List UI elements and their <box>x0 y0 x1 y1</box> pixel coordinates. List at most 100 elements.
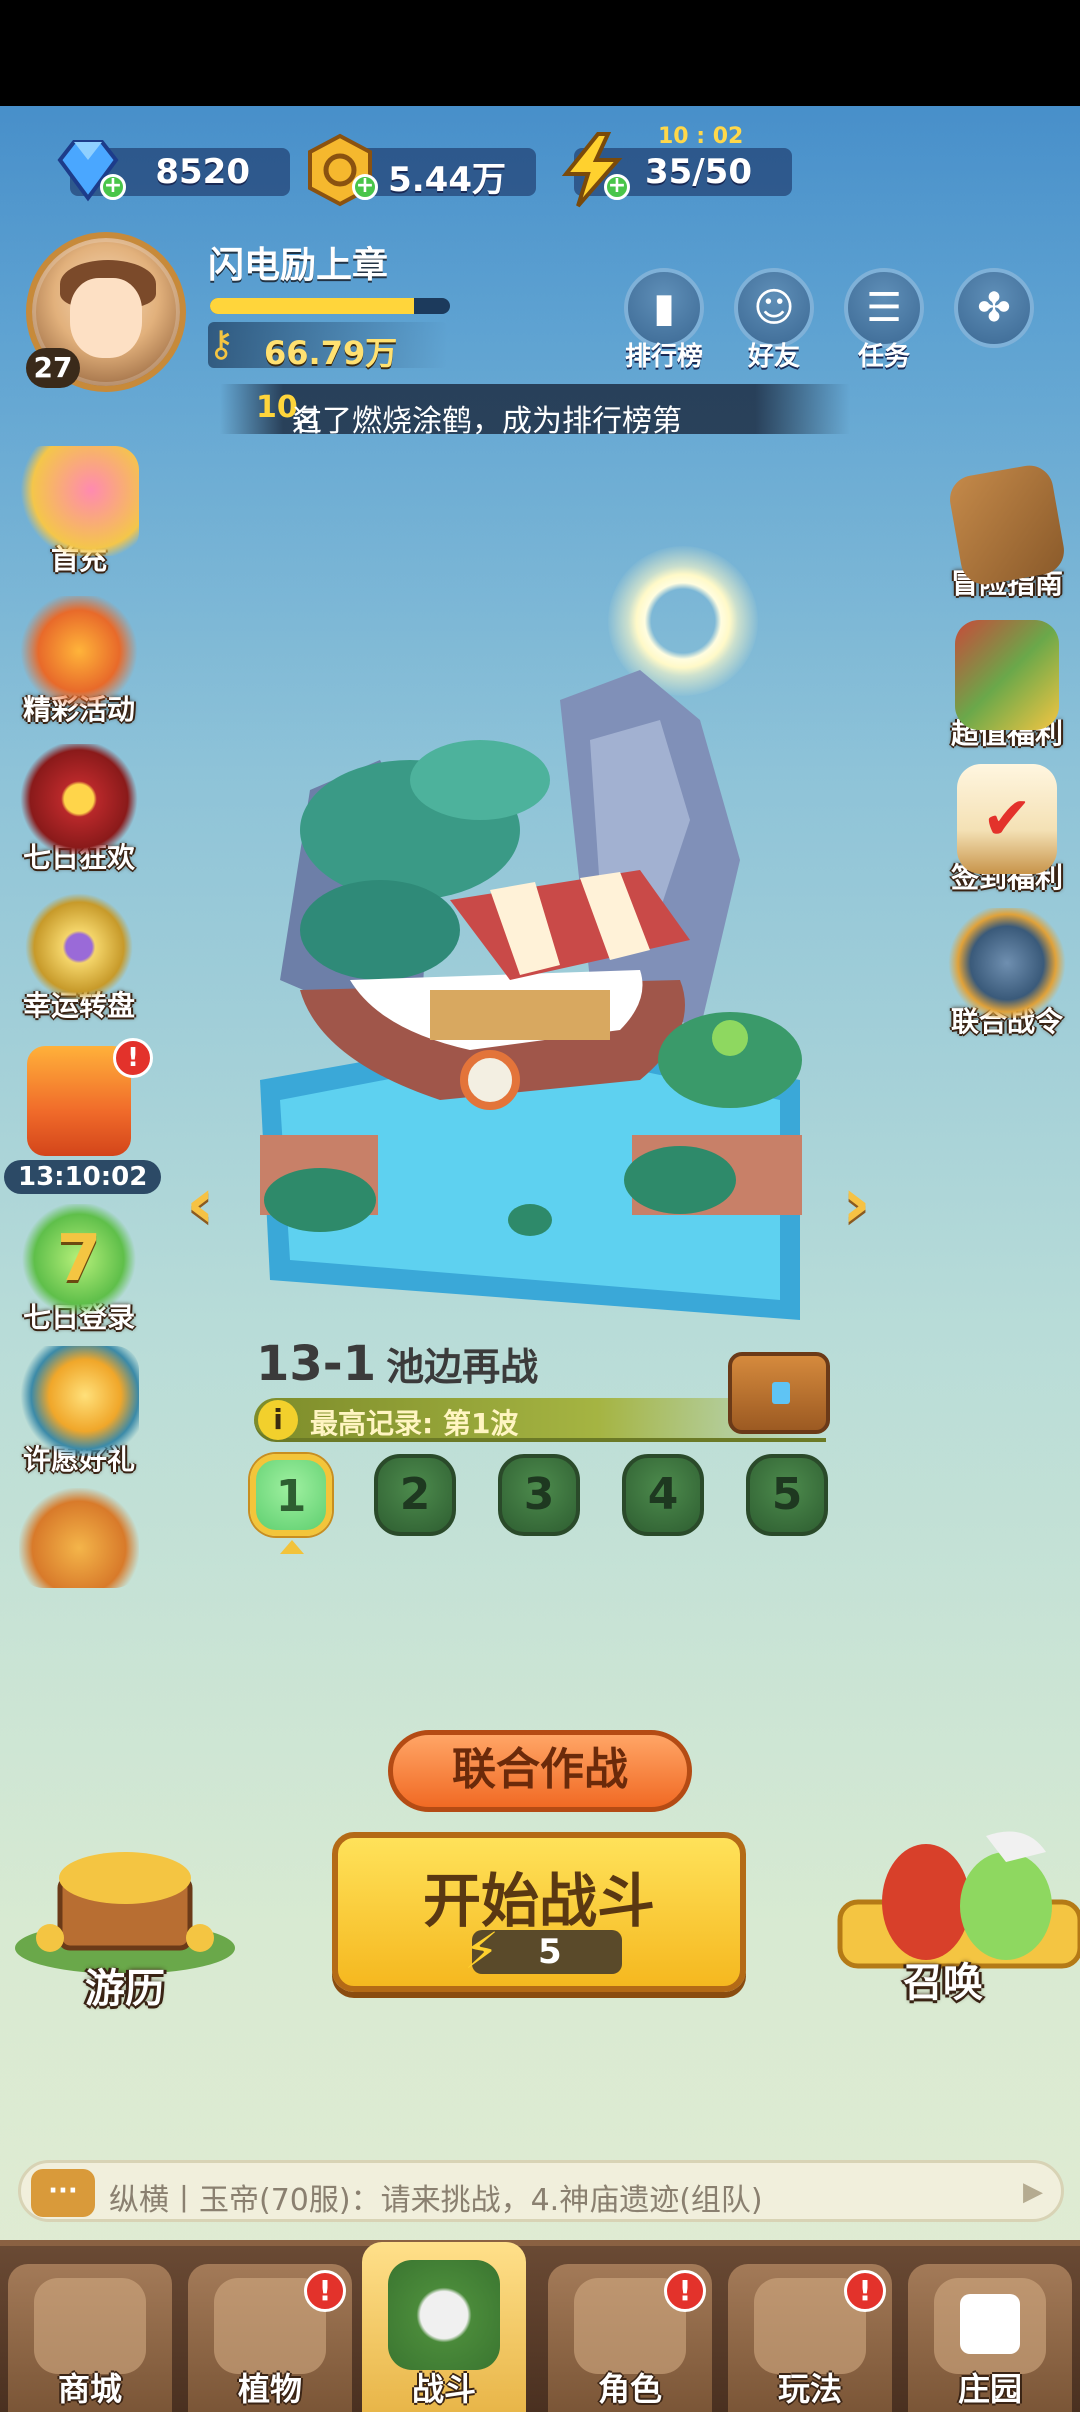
gem-count: 8520 <box>155 152 250 192</box>
friends-label: 好友 <box>747 342 800 372</box>
start-battle-label: 开始战斗 <box>422 1867 655 1935</box>
alert-badge: ! <box>113 1038 153 1078</box>
key-count: 66.79万 <box>264 334 398 372</box>
stage-number: 13-1 <box>256 1336 377 1392</box>
tab-shop-label: 商城 <box>57 2370 122 2408</box>
wish-gift-button[interactable]: 许愿好礼 <box>4 1346 154 1478</box>
add-energy-icon[interactable]: + <box>604 174 630 200</box>
seven-day-login-number: 7 <box>56 1222 102 1296</box>
clover-icon: ✤ <box>954 268 1034 348</box>
welfare-cards-icon <box>955 620 1059 730</box>
key-counter: ⚷ 66.79万 <box>208 322 448 372</box>
gift-box-button[interactable]: ! 13:10:02 <box>4 1038 162 1194</box>
tab-plants-label: 植物 <box>237 2370 302 2408</box>
wave-4-button[interactable]: 4 <box>622 1454 704 1536</box>
wave-5-button[interactable]: 5 <box>746 1454 828 1536</box>
tab-gameplay-label: 玩法 <box>777 2370 842 2408</box>
world-chat-bar[interactable]: ··· 纵横丨玉帝(70服)：请来挑战，4.神庙遗迹(组队) ▶ <box>18 2160 1064 2222</box>
tab-gameplay[interactable]: ! 玩法 <box>728 2264 892 2412</box>
tab-manor-label: 庄园 <box>957 2370 1022 2408</box>
seven-day-carnival-button[interactable]: 七日狂欢 <box>4 744 154 876</box>
ticker-prefix: 过了燃烧涂鹤，成为排行榜第 <box>292 404 682 439</box>
lightning-icon: ⚡ <box>464 1922 500 1980</box>
wave-1-button[interactable]: 1 <box>250 1454 332 1536</box>
add-gold-icon[interactable]: + <box>352 174 378 200</box>
exp-bar <box>210 298 450 314</box>
battle-pass-gun-icon <box>947 908 1067 1018</box>
treasure-chest-icon[interactable] <box>728 1352 830 1434</box>
exp-fill <box>210 298 414 314</box>
calendar-check-icon: ✔ <box>957 764 1057 874</box>
play-arrow-icon: ▶ <box>1023 2177 1043 2207</box>
stage-title: 13-1 池边再战 <box>256 1336 538 1392</box>
rank-label: 排行榜 <box>624 342 703 372</box>
carnival-tent-icon <box>19 744 139 854</box>
lock-icon <box>960 2294 1020 2354</box>
friends-button[interactable]: ☺ 好友 <box>732 268 816 373</box>
wave-3-button[interactable]: 3 <box>498 1454 580 1536</box>
gold-count: 5.44万 <box>388 160 506 200</box>
chat-bubble-icon: ··· <box>31 2169 95 2217</box>
tab-manor[interactable]: 庄园 <box>908 2264 1072 2412</box>
summon-button[interactable]: 召唤 <box>836 1822 1080 2008</box>
events-button[interactable]: 精彩活动 <box>4 596 154 728</box>
gold-counter[interactable]: + 5.44万 <box>308 133 536 207</box>
status-bar <box>0 0 1080 106</box>
gem-counter[interactable]: + 8520 <box>57 140 290 202</box>
first-recharge-icon <box>19 446 139 556</box>
seven-day-login-icon: 7 <box>19 1204 139 1314</box>
broadcast-ticker: 过了燃烧涂鹤，成为排行榜第 10 名 <box>220 384 850 439</box>
battle-pass-button[interactable]: 联合战令 <box>932 908 1080 1040</box>
sign-in-welfare-button[interactable]: ✔ 签到福利 <box>932 764 1080 896</box>
start-battle-button[interactable]: 开始战斗 ⚡ 5 <box>332 1832 746 1992</box>
ticker-suffix: 名 <box>292 404 322 439</box>
guide-book-icon <box>946 461 1068 589</box>
stage-name: 池边再战 <box>386 1345 539 1389</box>
shop-rock-icon <box>34 2278 146 2374</box>
add-gems-icon[interactable]: + <box>100 174 126 200</box>
prev-stage-arrow[interactable]: ‹ <box>186 1168 236 1238</box>
tasks-label: 任务 <box>857 342 910 372</box>
wave-selected-pointer <box>280 1540 304 1554</box>
tab-shop[interactable]: 商城 <box>8 2264 172 2412</box>
energy-cost-value: 5 <box>538 1932 562 1972</box>
partial-side-button[interactable] <box>4 1488 154 1588</box>
chat-message: 纵横丨玉帝(70服)：请来挑战，4.神庙遗迹(组队) <box>109 2183 763 2218</box>
coop-battle-button[interactable]: 联合作战 <box>388 1730 692 1812</box>
value-welfare-button[interactable]: 超值福利 <box>932 620 1080 752</box>
player-level: 27 <box>26 348 80 388</box>
energy-cost: ⚡ 5 <box>464 1922 622 1980</box>
gift-timer: 13:10:02 <box>4 1160 162 1194</box>
lucky-wheel-button[interactable]: 幸运转盘 <box>4 892 154 1024</box>
stage-island-illustration[interactable] <box>260 560 820 1320</box>
gift-box-icon: ! <box>27 1038 153 1156</box>
more-button[interactable]: ✤ <box>952 268 1036 348</box>
plants-alert-badge: ! <box>304 2270 346 2312</box>
wish-lamp-icon <box>19 1346 139 1456</box>
first-recharge-button[interactable]: 首充 <box>4 446 154 578</box>
next-stage-arrow[interactable]: › <box>842 1168 892 1238</box>
lion-emblem-icon <box>19 1488 139 1588</box>
info-icon: i <box>258 1400 298 1440</box>
energy-count: 35/50 <box>644 152 752 192</box>
adventure-guide-button[interactable]: 冒险指南 <box>932 461 1080 602</box>
tasks-button[interactable]: ☰ 任务 <box>842 268 926 373</box>
key-icon: ⚷ <box>208 324 235 365</box>
tab-character-label: 角色 <box>597 2370 662 2408</box>
tab-battle[interactable]: 战斗 <box>362 2242 526 2412</box>
events-icon <box>19 596 139 706</box>
energy-counter[interactable]: + 35/50 <box>561 132 792 208</box>
rank-button[interactable]: ▮ 排行榜 <box>622 268 706 373</box>
tab-battle-label: 战斗 <box>411 2370 476 2408</box>
character-alert-badge: ! <box>664 2270 706 2312</box>
wave-2-button[interactable]: 2 <box>374 1454 456 1536</box>
windmill-icon <box>388 2260 500 2370</box>
lucky-wheel-icon <box>19 892 139 1002</box>
tab-character[interactable]: ! 角色 <box>548 2264 712 2412</box>
travel-button[interactable]: 游历 <box>10 1838 240 2014</box>
bottom-nav: 商城 ! 植物 战斗 ! 角色 ! 玩法 庄园 <box>0 2240 1080 2412</box>
gameplay-alert-badge: ! <box>844 2270 886 2312</box>
energy-timer: 10 : 02 <box>658 124 744 149</box>
seven-day-login-button[interactable]: 7 七日登录 <box>4 1204 154 1336</box>
tab-plants[interactable]: ! 植物 <box>188 2264 352 2412</box>
